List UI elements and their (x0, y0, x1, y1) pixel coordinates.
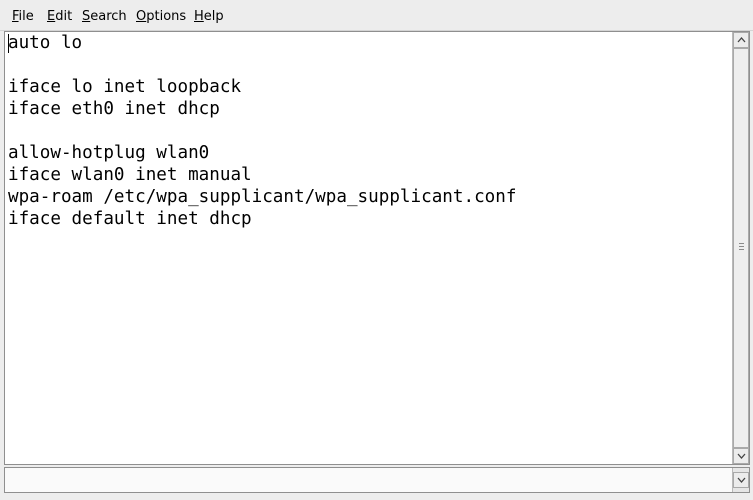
code-line: wpa-roam /etc/wpa_supplicant/wpa_supplic… (8, 187, 517, 207)
menu-options[interactable]: Options (136, 9, 186, 25)
menu-file[interactable]: File (12, 9, 34, 25)
menu-help[interactable]: Help (194, 9, 224, 25)
code-line: iface default inet dhcp (8, 209, 252, 229)
vertical-scrollbar[interactable] (732, 32, 749, 464)
menu-edit[interactable]: Edit (47, 9, 72, 25)
editor-frame: auto lo iface lo inet loopback iface eth… (4, 31, 750, 465)
chevron-down-icon (737, 477, 745, 483)
scroll-thumb[interactable] (733, 48, 749, 448)
code-line: iface lo inet loopback (8, 77, 242, 97)
code-line: allow-hotplug wlan0 (8, 143, 210, 163)
text-editor[interactable]: auto lo iface lo inet loopback iface eth… (5, 32, 732, 464)
code-line: iface eth0 inet dhcp (8, 99, 220, 119)
chevron-up-icon (737, 37, 745, 43)
bottom-input-frame (4, 467, 750, 493)
bottom-input-field[interactable] (5, 468, 732, 492)
code-line: auto lo (8, 33, 83, 53)
menu-search[interactable]: Search (82, 9, 127, 25)
thumb-grip (739, 249, 744, 250)
menu-bar: File Edit Search Options Help (0, 0, 753, 31)
bottom-scrollbar[interactable] (732, 468, 749, 492)
scroll-up-button[interactable] (733, 32, 749, 48)
text-caret (8, 34, 9, 53)
code-line: iface wlan0 inet manual (8, 165, 252, 185)
thumb-grip (739, 243, 744, 244)
scroll-down-button[interactable] (733, 448, 749, 464)
bottom-scroll-down-button[interactable] (733, 472, 749, 488)
thumb-grip (739, 246, 744, 247)
chevron-down-icon (737, 453, 745, 459)
